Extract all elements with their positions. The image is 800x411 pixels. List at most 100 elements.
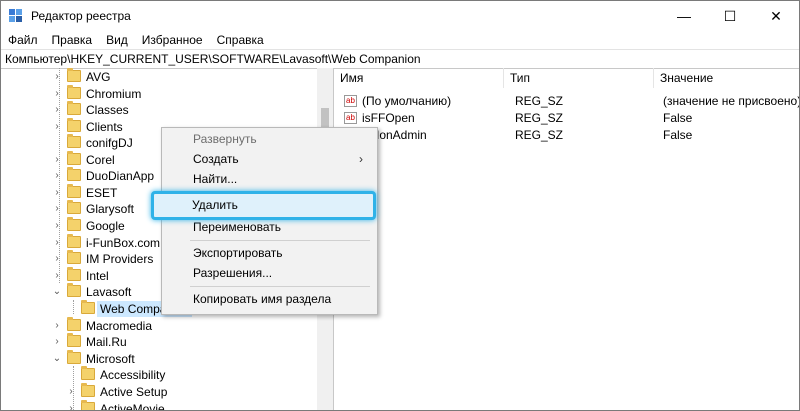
tree-item[interactable]: › AVG: [1, 68, 317, 85]
value-type: REG_SZ: [515, 111, 564, 125]
tree-item[interactable]: › Classes: [1, 101, 317, 118]
folder-icon: [81, 383, 95, 397]
tree-item-label: Classes: [86, 103, 129, 117]
expand-arrow-icon[interactable]: ›: [51, 153, 63, 167]
tree-item[interactable]: › Chromium: [1, 85, 317, 102]
value-data: (значение не присвоено): [663, 94, 800, 108]
expand-arrow-icon[interactable]: ›: [51, 236, 63, 250]
tree-item-label: Glarysoft: [86, 202, 135, 216]
menu-item-label: Создать: [193, 152, 239, 166]
string-value-icon: ab: [344, 112, 357, 124]
registry-editor-window: Редактор реестра — ☐ ✕ Файл Правка Вид И…: [0, 0, 800, 411]
values-list: Имя Тип Значение ab (По умолчанию) REG_S…: [334, 68, 799, 410]
menu-file[interactable]: Файл: [1, 31, 45, 49]
window-title: Редактор реестра: [31, 9, 131, 23]
expand-arrow-icon[interactable]: ›: [65, 385, 77, 399]
folder-icon: [67, 134, 81, 148]
menu-item-label: Экспортировать: [193, 246, 283, 260]
maximize-button[interactable]: ☐: [707, 1, 753, 31]
expand-arrow-icon[interactable]: ›: [65, 402, 77, 410]
registry-editor-icon: [9, 9, 22, 22]
menu-separator: [190, 240, 370, 241]
tree-item-label: Clients: [86, 120, 123, 134]
menu-item-export[interactable]: Экспортировать: [162, 242, 377, 264]
folder-icon: [67, 217, 81, 231]
folder-icon: [67, 317, 81, 331]
folder-icon: [81, 300, 95, 314]
minimize-button[interactable]: —: [661, 1, 707, 31]
menu-item-label: Развернуть: [193, 132, 257, 146]
menu-item-label: Найти...: [193, 172, 238, 186]
tree-item[interactable]: › Macromedia: [1, 317, 317, 334]
address-bar[interactable]: Компьютер\HKEY_CURRENT_USER\SOFTWARE\Lav…: [1, 49, 799, 69]
expand-arrow-icon[interactable]: ›: [51, 120, 63, 134]
folder-open-icon: [67, 350, 81, 364]
expand-arrow-icon[interactable]: ›: [51, 319, 63, 333]
value-type: REG_SZ: [515, 128, 564, 142]
column-type-header[interactable]: Тип: [504, 68, 654, 88]
menu-item-permissions[interactable]: Разрешения...: [162, 262, 377, 284]
expand-arrow-icon[interactable]: ›: [51, 219, 63, 233]
folder-icon: [67, 167, 81, 181]
value-row[interactable]: ab isFFOpen REG_SZ False: [334, 110, 799, 127]
tree-item-label: conifgDJ: [86, 136, 133, 150]
expand-arrow-icon[interactable]: ›: [51, 186, 63, 200]
folder-icon: [67, 267, 81, 281]
column-name-header[interactable]: Имя: [334, 68, 504, 88]
tree-item-label: Microsoft: [86, 352, 135, 366]
menu-favorites[interactable]: Избранное: [135, 31, 210, 49]
expand-arrow-icon[interactable]: ›: [51, 202, 63, 216]
value-data: False: [663, 128, 693, 142]
menu-item-label: Удалить: [192, 198, 238, 212]
collapse-arrow-icon[interactable]: ⌄: [51, 285, 63, 299]
expand-arrow-icon[interactable]: ›: [51, 269, 63, 283]
expand-arrow-icon[interactable]: ›: [51, 169, 63, 183]
menu-view[interactable]: Вид: [99, 31, 135, 49]
menu-item-find[interactable]: Найти...: [162, 168, 377, 190]
folder-icon: [67, 200, 81, 214]
tree-item[interactable]: › Mail.Ru: [1, 333, 317, 350]
address-path: Компьютер\HKEY_CURRENT_USER\SOFTWARE\Lav…: [5, 52, 421, 66]
value-row[interactable]: ab (По умолчанию) REG_SZ (значение не пр…: [334, 93, 799, 110]
context-menu: Развернуть Создать › Найти... Переименов…: [161, 127, 378, 315]
tree-item-label: Chromium: [86, 87, 142, 101]
menu-separator: [190, 286, 370, 287]
menu-item-expand[interactable]: Развернуть: [162, 128, 377, 150]
tree-item-label: Lavasoft: [86, 285, 132, 299]
value-type: REG_SZ: [515, 94, 564, 108]
folder-icon: [81, 366, 95, 380]
expand-arrow-icon[interactable]: ›: [51, 103, 63, 117]
tree-item-label: Google: [86, 219, 125, 233]
menu-edit[interactable]: Правка: [45, 31, 100, 49]
folder-icon: [67, 118, 81, 132]
expand-arrow-icon[interactable]: ›: [51, 70, 63, 84]
menu-item-create[interactable]: Создать ›: [162, 148, 377, 170]
folder-open-icon: [67, 283, 81, 297]
menu-help[interactable]: Справка: [210, 31, 271, 49]
folder-icon: [67, 85, 81, 99]
value-row[interactable]: ab isNonAdmin REG_SZ False: [334, 127, 799, 144]
tree-item-microsoft[interactable]: ⌄ Microsoft: [1, 350, 317, 367]
tree-item-label: i-FunBox.com: [86, 236, 161, 250]
menu-item-copy-key-name[interactable]: Копировать имя раздела: [162, 288, 377, 310]
menu-bar: Файл Правка Вид Избранное Справка: [1, 31, 799, 49]
column-data-header[interactable]: Значение: [654, 68, 799, 88]
expand-arrow-icon[interactable]: [51, 136, 63, 150]
collapse-arrow-icon[interactable]: ⌄: [51, 352, 63, 366]
expand-arrow-icon[interactable]: ›: [51, 87, 63, 101]
value-data: False: [663, 111, 693, 125]
expand-arrow-icon[interactable]: ›: [51, 335, 63, 349]
tree-item[interactable]: Accessibility: [1, 366, 317, 383]
tree-item-label: AVG: [86, 70, 111, 84]
close-button[interactable]: ✕: [753, 1, 799, 31]
tree-item[interactable]: › Active Setup: [1, 383, 317, 400]
string-value-icon: ab: [344, 95, 357, 107]
tree-item-label: Mail.Ru: [86, 335, 127, 349]
tree-item[interactable]: › ActiveMovie: [1, 400, 317, 410]
tree-item-label: DuoDianApp: [86, 169, 155, 183]
expand-arrow-icon[interactable]: ›: [51, 252, 63, 266]
tree-item-label: ActiveMovie: [100, 402, 165, 410]
menu-item-delete[interactable]: Удалить: [151, 191, 376, 220]
tree-item-label: Active Setup: [100, 385, 168, 399]
menu-item-label: Копировать имя раздела: [193, 292, 332, 306]
